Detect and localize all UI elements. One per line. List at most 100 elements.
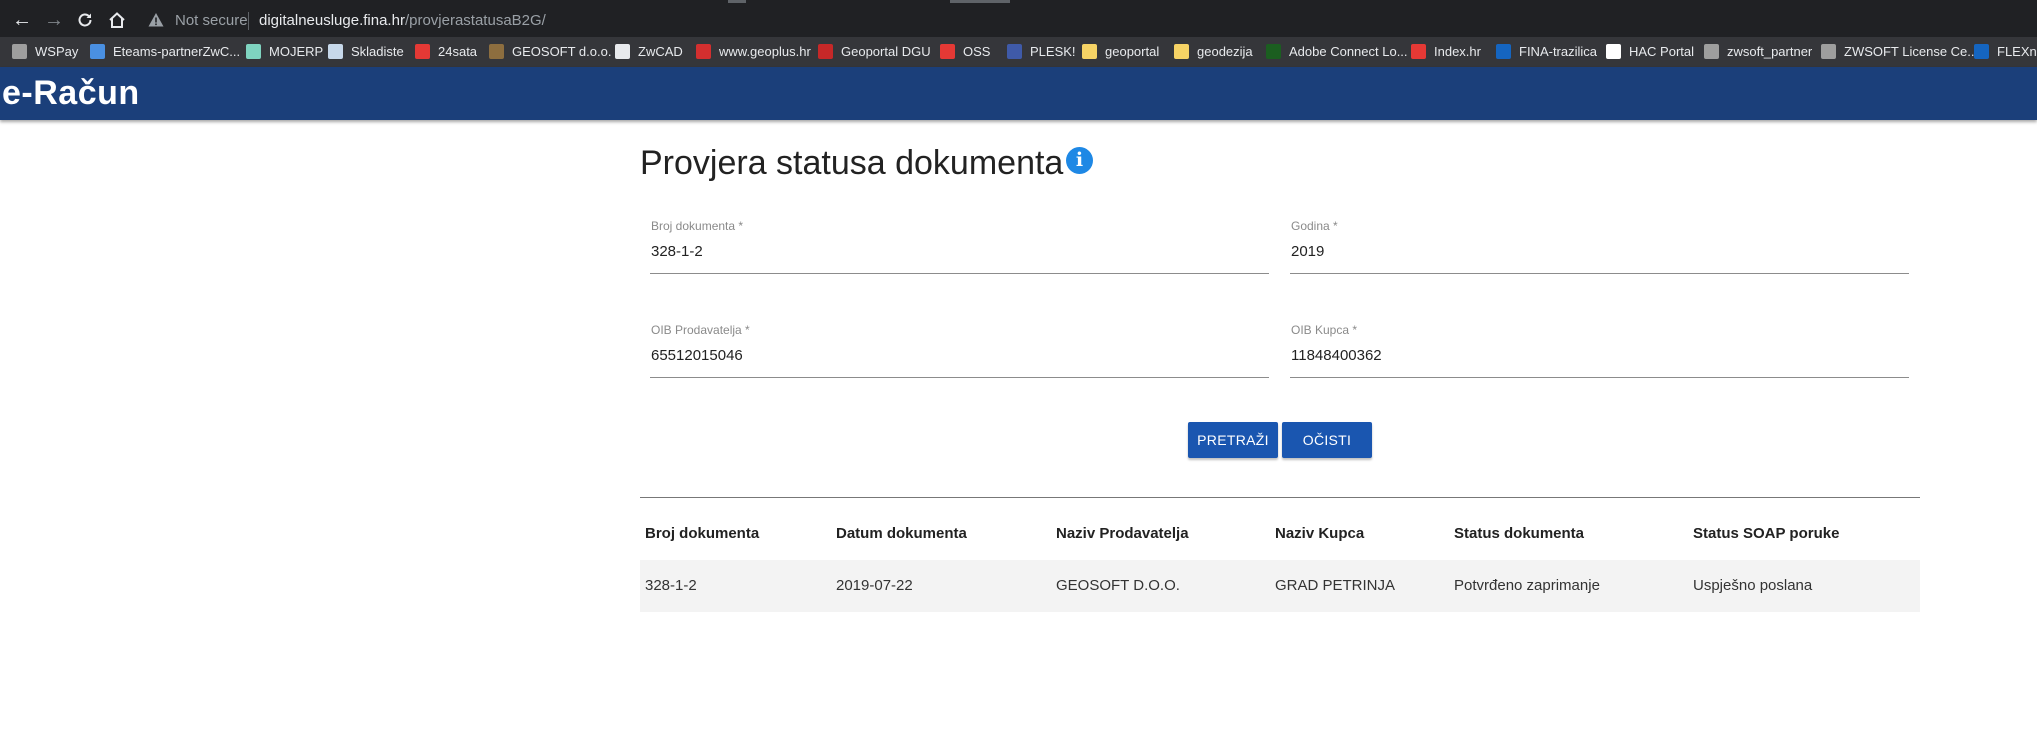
broj-dokumenta-field: Broj dokumenta * (640, 219, 1269, 274)
table-cell: GEOSOFT D.O.O. (1056, 577, 1180, 594)
url-text[interactable]: digitalneusluge.fina.hr/provjerastatusaB… (259, 12, 546, 29)
bookmark-label: Adobe Connect Lo... (1289, 44, 1408, 59)
search-button[interactable]: PRETRAŽI (1188, 422, 1278, 458)
favicon-icon (1082, 44, 1097, 59)
home-icon[interactable] (103, 6, 131, 34)
column-header: Naziv Prodavatelja (1056, 525, 1189, 542)
favicon-icon (328, 44, 343, 59)
favicon-icon (12, 44, 27, 59)
bookmark-label: ZWSOFT License Ce... (1844, 44, 1979, 59)
bookmark-item[interactable]: PLESK! (1007, 43, 1076, 61)
favicon-icon (1266, 44, 1281, 59)
bookmark-label: geodezija (1197, 44, 1253, 59)
bookmark-item[interactable]: ZwCAD (615, 43, 683, 61)
oib-kupca-label: OIB Kupca * (1291, 323, 1358, 337)
url-host: digitalneusluge.fina.hr (259, 12, 405, 29)
bookmark-item[interactable]: Eteams-partnerZwC... (90, 43, 240, 61)
favicon-icon (1606, 44, 1621, 59)
forward-icon[interactable]: → (40, 6, 68, 34)
bookmark-item[interactable]: 24sata (415, 43, 477, 61)
bookmark-label: zwsoft_partner (1727, 44, 1813, 59)
info-icon[interactable]: i (1066, 147, 1093, 174)
bookmark-item[interactable]: Adobe Connect Lo... (1266, 43, 1408, 61)
url-path: /provjerastatusaB2G/ (404, 12, 546, 29)
results-divider (640, 497, 1920, 498)
favicon-icon (1704, 44, 1719, 59)
bookmark-label: HAC Portal (1629, 44, 1695, 59)
bookmark-label: OSS (963, 44, 991, 59)
warning-icon[interactable] (148, 12, 164, 28)
table-cell: 2019-07-22 (836, 577, 913, 594)
column-header: Status SOAP poruke (1693, 525, 1840, 542)
oib-prodavatelja-input[interactable] (651, 343, 1269, 367)
bookmark-label: 24sata (438, 44, 478, 59)
favicon-icon (1007, 44, 1022, 59)
favicon-icon (1496, 44, 1511, 59)
favicon-icon (415, 44, 430, 59)
oib-prodavatelja-field: OIB Prodavatelja * (640, 323, 1269, 378)
bookmark-item[interactable]: FINA-trazilica (1496, 43, 1597, 61)
bookmark-item[interactable]: www.geoplus.hr (696, 43, 811, 61)
favicon-icon (489, 44, 504, 59)
godina-input[interactable] (1291, 239, 1909, 263)
bookmark-label: Eteams-partnerZwC... (113, 44, 241, 59)
address-bar[interactable]: Not secure digitalneusluge.fina.hr/provj… (145, 6, 2025, 36)
favicon-icon (246, 44, 261, 59)
bookmark-label: FINA-trazilica (1519, 44, 1598, 59)
table-cell: Uspješno poslana (1693, 577, 1813, 594)
bookmark-item[interactable]: WSPay (12, 43, 78, 61)
bookmark-label: WSPay (35, 44, 79, 59)
column-header: Status dokumenta (1454, 525, 1585, 542)
clear-button[interactable]: OČISTI (1282, 422, 1372, 458)
broj-dokumenta-input[interactable] (651, 239, 1269, 263)
table-cell: 328-1-2 (645, 577, 697, 594)
bookmark-item[interactable]: GEOSOFT d.o.o. (489, 43, 611, 61)
bookmark-label: www.geoplus.hr (719, 44, 811, 59)
favicon-icon (818, 44, 833, 59)
godina-field: Godina * (1280, 219, 1909, 274)
favicon-icon (940, 44, 955, 59)
table-cell: GRAD PETRINJA (1275, 577, 1396, 594)
bookmark-item[interactable]: Index.hr (1411, 43, 1481, 61)
bookmark-item[interactable]: zwsoft_partner (1704, 43, 1812, 61)
bookmark-item[interactable]: OSS (940, 43, 990, 61)
bookmark-item[interactable]: HAC Portal (1606, 43, 1694, 61)
app-logo[interactable]: e-Račun (2, 73, 140, 113)
bookmarks-bar: WSPay Eteams-partnerZwC... MOJERP Skladiste… (0, 37, 2037, 67)
column-header: Datum dokumenta (836, 525, 967, 542)
bookmark-item[interactable]: MOJERP (246, 43, 323, 61)
favicon-icon (1974, 44, 1989, 59)
bookmark-item[interactable]: geoportal (1082, 43, 1159, 61)
field-underline (1290, 377, 1909, 378)
broj-dokumenta-label: Broj dokumenta * (651, 219, 744, 233)
back-icon[interactable]: ← (8, 6, 36, 34)
favicon-icon (90, 44, 105, 59)
bookmark-label: GEOSOFT d.o.o. (512, 44, 612, 59)
column-header: Naziv Kupca (1275, 525, 1365, 542)
bookmark-item[interactable]: ZWSOFT License Ce... (1821, 43, 1978, 61)
table-row[interactable]: 328-1-2 2019-07-22 GEOSOFT D.O.O. GRAD P… (640, 560, 1920, 612)
field-underline (650, 377, 1269, 378)
bookmark-label: MOJERP (269, 44, 324, 59)
favicon-icon (1411, 44, 1426, 59)
favicon-icon (696, 44, 711, 59)
bookmark-label: PLESK! (1030, 44, 1076, 59)
bookmark-item[interactable]: Geoportal DGU (818, 43, 931, 61)
oib-kupca-field: OIB Kupca * (1280, 323, 1909, 378)
oib-prodavatelja-label: OIB Prodavatelja * (651, 323, 750, 337)
favicon-icon (615, 44, 630, 59)
field-underline (650, 273, 1269, 274)
not-secure-label: Not secure (175, 12, 248, 29)
reload-icon[interactable] (71, 6, 99, 34)
bookmark-label: geoportal (1105, 44, 1160, 59)
bookmark-item[interactable]: FLEXne (1974, 43, 2037, 61)
oib-kupca-input[interactable] (1291, 343, 1909, 367)
page-title: Provjera statusa dokumenta (640, 144, 1064, 182)
browser-toolbar: ← → Not secure digitalneusluge.fina.hr/p… (0, 3, 2037, 37)
bookmark-item[interactable]: geodezija (1174, 43, 1253, 61)
bookmark-label: Index.hr (1434, 44, 1481, 59)
bookmark-item[interactable]: Skladiste (328, 43, 404, 61)
bookmark-label: Skladiste (351, 44, 404, 59)
bookmark-label: ZwCAD (638, 44, 683, 59)
column-header: Broj dokumenta (645, 525, 760, 542)
